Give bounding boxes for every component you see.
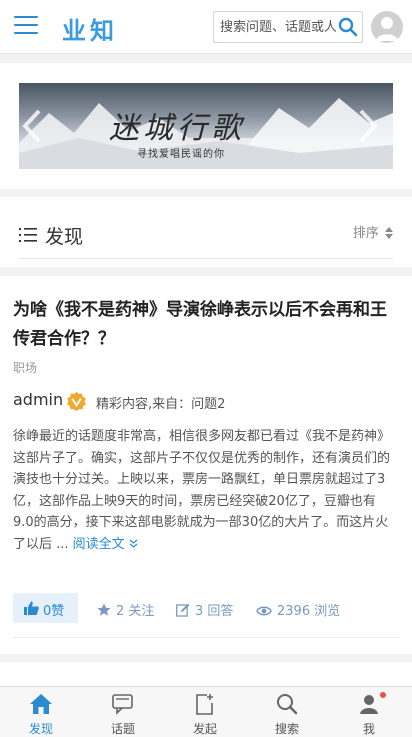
star-icon [97,603,111,616]
question-card: 为啥《我不是药神》导演徐峥表示以后不会再和王传君合作？？ 职场 admin 精彩… [0,276,412,654]
answer-count: 3 回答 [195,604,234,619]
source-text: 精彩内容,来自：问题2 [96,397,226,412]
nav-label: 发起 [192,722,217,736]
eye-icon [256,606,272,616]
nav-item-compose[interactable]: 发起 [164,687,246,737]
verified-badge-icon [67,391,86,412]
thumbs-up-icon [24,601,39,615]
question-title[interactable]: 为啥《我不是药神》导演徐峥表示以后不会再和王传君合作？？ [13,296,393,354]
topic-icon [112,694,133,715]
action-bar: 0赞 2 关注 3 回答 2396 浏览 [13,593,395,623]
chevron-right-icon[interactable] [357,109,379,143]
answer-button[interactable]: 3 回答 [176,600,233,619]
nav-item-discover[interactable]: 发现 [0,687,82,737]
question-excerpt: 徐峥最近的话题度非常高，相信很多网友都已看过《我不是药神》这部片子了。确实，这部… [13,426,395,555]
nav-item-me[interactable]: 我 [328,687,410,737]
home-icon [30,694,52,714]
sort-button[interactable]: 排序 [353,222,393,241]
nav-label: 话题 [110,722,135,736]
user-icon [360,695,378,714]
list-icon [19,228,37,242]
notification-dot [380,692,386,698]
nav-label: 发现 [28,722,53,736]
follow-count: 2 关注 [116,604,155,619]
discover-header: 发现 排序 [19,219,393,259]
like-button[interactable]: 0赞 [13,593,78,623]
chevron-left-icon[interactable] [21,109,43,143]
search-box [213,11,363,43]
banner-card: 迷城行歌 寻找爱唱民谣的你 [0,63,412,189]
views-stat: 2396 浏览 [256,600,340,619]
excerpt-text: 徐峥最近的话题度非常高，相信很多网友都已看过《我不是药神》这部片子了。确实，这部… [13,429,391,552]
follow-button[interactable]: 2 关注 [97,600,154,619]
nav-item-topics[interactable]: 话题 [82,687,164,737]
banner-subtitle: 寻找爱唱民谣的你 [137,149,225,160]
compose-icon [196,694,213,715]
nav-label: 搜索 [274,722,299,736]
search-input[interactable] [214,12,336,42]
sort-label: 排序 [352,226,379,241]
avatar[interactable] [371,11,403,43]
topic-tag[interactable]: 职场 [13,359,37,376]
nav-item-search[interactable]: 搜索 [246,687,328,737]
sort-icon [385,227,393,239]
read-more-link[interactable]: 阅读全文 [73,537,138,552]
nav-label: 我 [362,722,375,736]
menu-icon[interactable] [14,16,38,36]
banner-title: 迷城行歌 [109,111,245,146]
author-name[interactable]: admin [13,390,63,409]
view-count: 2396 浏览 [277,604,341,619]
edit-icon [176,603,190,617]
chevron-down-icon [129,539,138,548]
banner-slide[interactable]: 迷城行歌 寻找爱唱民谣的你 [19,83,393,169]
discover-section: 发现 排序 [0,197,412,267]
search-icon [277,694,298,715]
top-header: 业知 [0,0,412,54]
bottom-nav: 发现 话题 发起 搜索 我 [0,686,412,737]
discover-title: 发现 [45,226,84,248]
read-more-label: 阅读全文 [72,536,125,552]
divider [13,637,399,638]
site-logo[interactable]: 业知 [62,11,118,46]
like-count: 0赞 [43,604,65,619]
search-icon[interactable] [338,17,358,37]
question-meta: admin 精彩内容,来自：问题2 [13,390,403,414]
